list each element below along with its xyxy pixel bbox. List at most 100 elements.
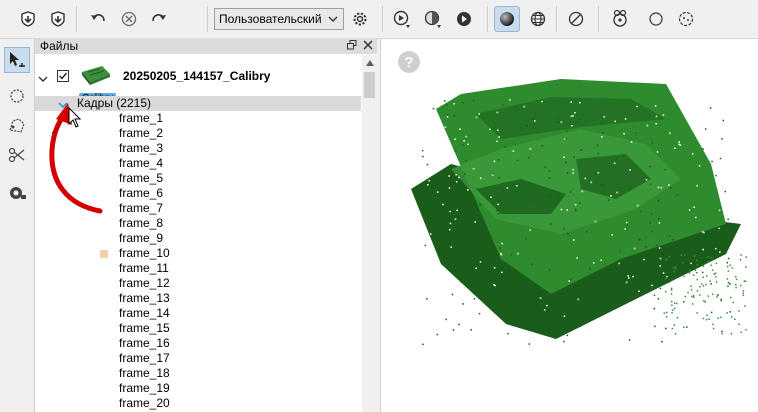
mesh-point — [560, 208, 563, 211]
select-tool-icon[interactable] — [4, 47, 30, 73]
mesh-point — [595, 275, 598, 277]
mesh-point — [661, 328, 664, 331]
dots-icon[interactable] — [673, 6, 699, 32]
tree-scrollbar[interactable] — [362, 55, 377, 412]
mesh-point — [539, 297, 542, 299]
mesh-point — [636, 204, 639, 207]
undock-icon[interactable] — [347, 39, 357, 54]
frame-list-item[interactable]: frame_13 — [119, 291, 170, 306]
scan-mesh-model[interactable] — [381, 39, 758, 412]
mesh-point — [548, 269, 551, 271]
mesh-point — [632, 275, 634, 278]
scroll-up-icon[interactable] — [362, 55, 377, 70]
mesh-point — [566, 130, 568, 132]
frame-list-item[interactable]: frame_1 — [119, 111, 163, 126]
mesh-point — [563, 331, 565, 333]
mesh-point — [713, 273, 715, 275]
mesh-point — [611, 234, 613, 236]
mesh-point — [449, 210, 451, 213]
root-checkbox[interactable] — [57, 70, 69, 82]
mesh-point — [633, 256, 636, 258]
frame-list-item[interactable]: frame_5 — [119, 171, 163, 186]
mesh-point — [479, 261, 482, 263]
mesh-point — [464, 193, 467, 195]
frame-list-item[interactable]: frame_17 — [119, 351, 170, 366]
mesh-point — [563, 340, 565, 343]
frame-list-item[interactable]: frame_9 — [119, 231, 163, 246]
import-icon[interactable] — [15, 6, 41, 32]
mesh-point — [534, 306, 536, 308]
frame-list-item[interactable]: frame_4 — [119, 156, 163, 171]
scrollbar-thumb[interactable] — [364, 72, 375, 98]
mesh-point — [423, 288, 426, 290]
mesh-point — [565, 161, 567, 164]
play-icon[interactable] — [389, 6, 415, 32]
frame-list-item[interactable]: frame_16 — [119, 336, 170, 351]
frame-list-item[interactable]: frame_6 — [119, 186, 163, 201]
record-icon[interactable] — [451, 6, 477, 32]
frame-list-item[interactable]: frame_12 — [119, 276, 170, 291]
settings-gear-icon[interactable] — [347, 6, 373, 32]
mesh-point — [706, 338, 708, 340]
measure-icon[interactable] — [4, 180, 30, 206]
mesh-point — [720, 298, 722, 301]
mesh-point — [593, 262, 595, 264]
mesh-point — [462, 102, 464, 104]
frame-list-item[interactable]: frame_14 — [119, 306, 170, 321]
mesh-point — [465, 159, 467, 162]
polygon-select-icon[interactable] — [4, 113, 30, 139]
no-texture-icon[interactable] — [563, 6, 589, 32]
mesh-point — [422, 253, 424, 256]
mesh-point — [423, 203, 425, 205]
frame-list-item[interactable]: frame_19 — [119, 381, 170, 396]
mesh-point — [565, 137, 567, 140]
frame-list-item[interactable]: frame_11 — [119, 261, 169, 276]
export-icon[interactable] — [45, 6, 71, 32]
frame-list-item[interactable]: frame_20 — [119, 396, 170, 411]
mesh-point — [580, 325, 582, 327]
mesh-point — [684, 295, 687, 298]
mesh-point — [654, 105, 657, 107]
globe-icon[interactable] — [525, 6, 551, 32]
redo-icon[interactable] — [146, 6, 172, 32]
frame-list-item[interactable]: frame_18 — [119, 366, 170, 381]
mesh-point — [655, 123, 657, 125]
mesh-point — [702, 148, 704, 150]
sphere-render-icon[interactable] — [494, 6, 520, 32]
mesh-point — [691, 295, 693, 298]
cancel-icon[interactable] — [116, 6, 142, 32]
tree-root-item[interactable]: Calibry 20250205_144157_Calibry — [35, 66, 361, 105]
mesh-point — [658, 222, 661, 224]
circle-icon[interactable] — [643, 6, 669, 32]
mesh-point — [563, 315, 566, 317]
frame-list-item[interactable]: frame_2 — [119, 126, 163, 141]
cut-icon[interactable] — [4, 142, 30, 168]
frame-list-item[interactable]: frame_3 — [119, 141, 163, 156]
mesh-point — [534, 120, 536, 122]
undo-icon[interactable] — [85, 6, 111, 32]
frame-list-item[interactable]: frame_15 — [119, 321, 170, 336]
mesh-point — [710, 264, 712, 266]
mesh-point — [459, 196, 461, 199]
mesh-point — [695, 336, 698, 338]
frame-list-item[interactable]: frame_10 — [119, 246, 170, 261]
mesh-point — [726, 210, 728, 212]
mesh-point — [453, 103, 455, 105]
frame-list-item[interactable]: frame_8 — [119, 216, 163, 231]
preset-select[interactable]: Пользовательский — [214, 8, 344, 30]
3d-viewport[interactable]: ? — [380, 39, 758, 412]
mesh-point — [740, 254, 742, 256]
mesh-point — [630, 141, 633, 143]
lasso-circle-icon[interactable] — [4, 83, 30, 109]
chevron-down-icon[interactable] — [38, 73, 48, 87]
main-toolbar: Пользовательский — [0, 0, 758, 39]
mesh-point — [577, 298, 580, 301]
mesh-point — [653, 262, 655, 265]
mesh-point — [674, 266, 677, 268]
frame-list-item[interactable]: frame_7 — [119, 201, 163, 216]
paint-icon[interactable] — [607, 6, 633, 32]
texture-sphere-icon[interactable] — [420, 6, 446, 32]
mesh-point — [725, 165, 728, 167]
mesh-point — [653, 294, 656, 297]
close-icon[interactable] — [363, 39, 373, 54]
